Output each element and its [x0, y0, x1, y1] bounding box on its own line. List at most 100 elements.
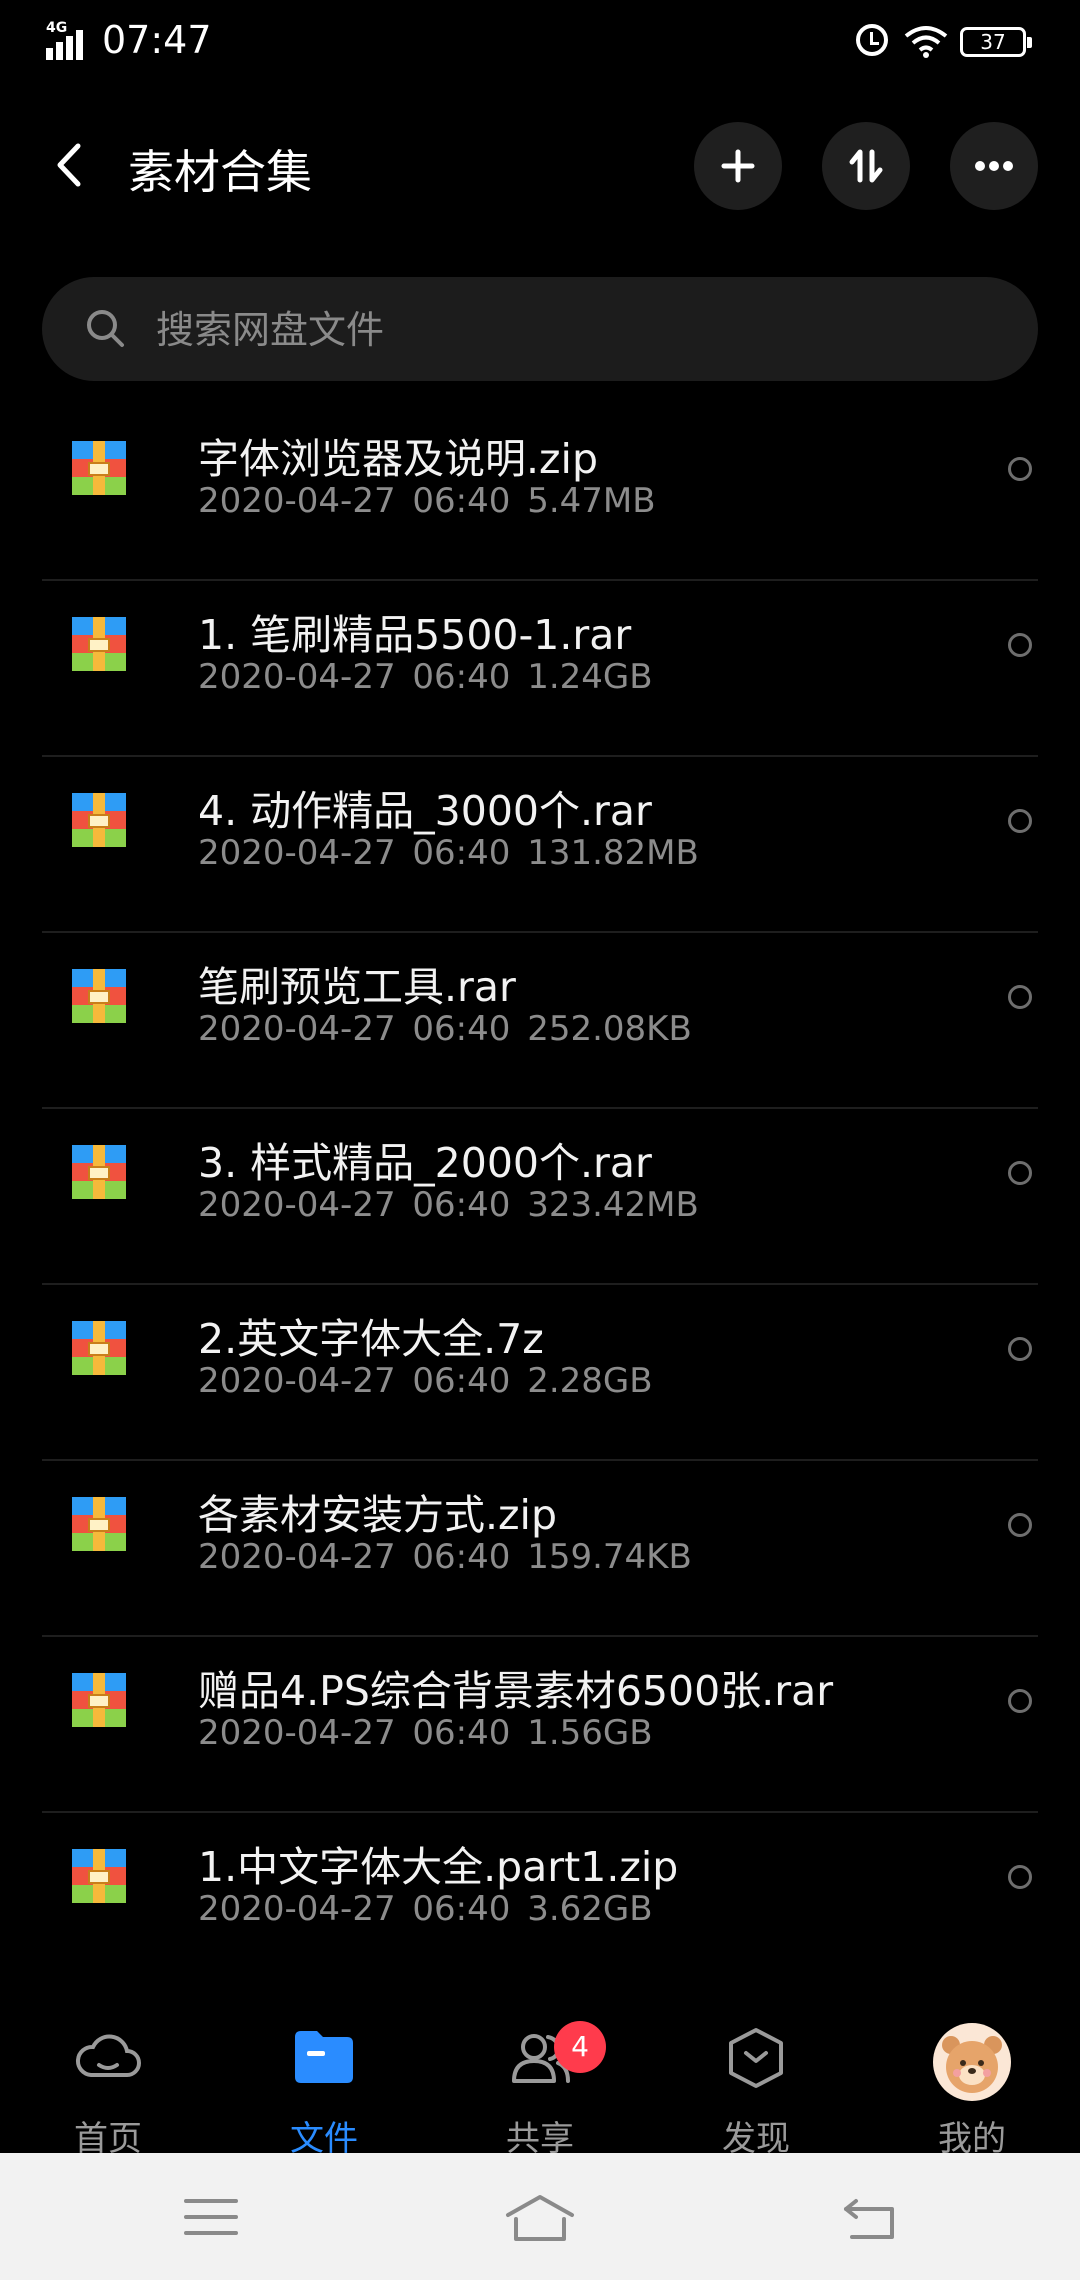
file-time: 06:40 [412, 1537, 511, 1577]
file-size: 252.08KB [527, 1009, 692, 1049]
file-meta: 2020-04-27 06:40 131.82MB [198, 833, 699, 873]
archive-file-icon [72, 1849, 126, 1903]
file-time: 06:40 [412, 1185, 511, 1225]
archive-file-icon [72, 1497, 126, 1551]
file-date: 2020-04-27 [198, 481, 396, 521]
battery-icon: 37 [960, 27, 1032, 57]
select-checkbox[interactable] [1008, 809, 1032, 833]
avatar [933, 2023, 1011, 2101]
wifi-icon [904, 24, 948, 58]
select-checkbox[interactable] [1008, 1161, 1032, 1185]
select-checkbox[interactable] [1008, 457, 1032, 481]
archive-file-icon [72, 1673, 126, 1727]
archive-file-icon [72, 793, 126, 847]
cellular-signal-icon: 4G [46, 20, 92, 60]
select-checkbox[interactable] [1008, 985, 1032, 1009]
file-time: 06:40 [412, 833, 511, 873]
file-row[interactable]: 1. 笔刷精品5500-1.rar 2020-04-27 06:40 1.24G… [0, 581, 1080, 757]
select-checkbox[interactable] [1008, 1337, 1032, 1361]
file-time: 06:40 [412, 1361, 511, 1401]
file-size: 1.24GB [527, 657, 653, 697]
file-name: 字体浏览器及说明.zip [198, 435, 598, 483]
sort-button[interactable] [822, 122, 910, 210]
tab-files[interactable]: 文件 [244, 1985, 404, 2159]
back-nav-icon[interactable] [842, 2195, 898, 2241]
file-row[interactable]: 字体浏览器及说明.zip 2020-04-27 06:40 5.47MB [0, 405, 1080, 581]
more-icon [975, 161, 1013, 171]
file-meta: 2020-04-27 06:40 252.08KB [198, 1009, 692, 1049]
select-checkbox[interactable] [1008, 633, 1032, 657]
discover-icon [729, 2028, 783, 2088]
file-row[interactable]: 4. 动作精品_3000个.rar 2020-04-27 06:40 131.8… [0, 757, 1080, 933]
archive-file-icon [72, 617, 126, 671]
file-meta: 2020-04-27 06:40 2.28GB [198, 1361, 653, 1401]
file-name: 1. 笔刷精品5500-1.rar [198, 611, 632, 659]
back-icon[interactable] [50, 140, 90, 190]
file-time: 06:40 [412, 1009, 511, 1049]
archive-file-icon [72, 969, 126, 1023]
status-bar: 4G 07:47 37 [0, 0, 1080, 84]
add-button[interactable] [694, 122, 782, 210]
alarm-icon [856, 24, 888, 56]
tab-profile[interactable]: 我的 [892, 1985, 1052, 2159]
file-date: 2020-04-27 [198, 657, 396, 697]
file-row[interactable]: 1.中文字体大全.part1.zip 2020-04-27 06:40 3.62… [0, 1813, 1080, 1989]
status-time: 07:47 [102, 18, 212, 62]
bottom-tab-bar: 首页 文件 4 共享 发现 我的 [0, 1985, 1080, 2159]
file-size: 2.28GB [527, 1361, 653, 1401]
search-icon [87, 310, 124, 347]
select-checkbox[interactable] [1008, 1689, 1032, 1713]
file-time: 06:40 [412, 657, 511, 697]
file-meta: 2020-04-27 06:40 1.56GB [198, 1713, 653, 1753]
page-title: 素材合集 [128, 145, 312, 199]
file-size: 3.62GB [527, 1889, 653, 1929]
file-meta: 2020-04-27 06:40 1.24GB [198, 657, 653, 697]
more-button[interactable] [950, 122, 1038, 210]
file-date: 2020-04-27 [198, 833, 396, 873]
file-name: 笔刷预览工具.rar [198, 963, 516, 1011]
tab-share[interactable]: 4 共享 [460, 1985, 620, 2159]
file-name: 赠品4.PS综合背景素材6500张.rar [198, 1667, 834, 1715]
file-time: 06:40 [412, 1889, 511, 1929]
file-row[interactable]: 赠品4.PS综合背景素材6500张.rar 2020-04-27 06:40 1… [0, 1637, 1080, 1813]
file-date: 2020-04-27 [198, 1713, 396, 1753]
file-meta: 2020-04-27 06:40 323.42MB [198, 1185, 699, 1225]
select-checkbox[interactable] [1008, 1865, 1032, 1889]
file-meta: 2020-04-27 06:40 3.62GB [198, 1889, 653, 1929]
file-time: 06:40 [412, 1713, 511, 1753]
file-size: 1.56GB [527, 1713, 653, 1753]
plus-icon [721, 149, 755, 183]
file-name: 各素材安装方式.zip [198, 1491, 557, 1539]
file-meta: 2020-04-27 06:40 5.47MB [198, 481, 656, 521]
select-checkbox[interactable] [1008, 1513, 1032, 1537]
tab-home[interactable]: 首页 [28, 1985, 188, 2159]
file-date: 2020-04-27 [198, 1889, 396, 1929]
search-bar[interactable] [42, 277, 1038, 381]
file-date: 2020-04-27 [198, 1009, 396, 1049]
file-size: 5.47MB [527, 481, 656, 521]
home-icon[interactable] [504, 2193, 576, 2243]
cloud-icon [75, 2034, 141, 2077]
file-name: 3. 样式精品_2000个.rar [198, 1139, 652, 1187]
archive-file-icon [72, 441, 126, 495]
archive-file-icon [72, 1321, 126, 1375]
file-size: 131.82MB [527, 833, 699, 873]
file-list: 字体浏览器及说明.zip 2020-04-27 06:40 5.47MB 1. … [0, 405, 1080, 1989]
file-size: 323.42MB [527, 1185, 699, 1225]
network-type: 4G [46, 20, 68, 36]
system-navigation-bar [0, 2153, 1080, 2280]
file-row[interactable]: 笔刷预览工具.rar 2020-04-27 06:40 252.08KB [0, 933, 1080, 1109]
file-row[interactable]: 2.英文字体大全.7z 2020-04-27 06:40 2.28GB [0, 1285, 1080, 1461]
search-input[interactable] [154, 299, 978, 361]
notification-badge: 4 [554, 2021, 606, 2073]
tab-discover[interactable]: 发现 [676, 1985, 836, 2159]
file-name: 1.中文字体大全.part1.zip [198, 1843, 679, 1891]
file-row[interactable]: 3. 样式精品_2000个.rar 2020-04-27 06:40 323.4… [0, 1109, 1080, 1285]
file-meta: 2020-04-27 06:40 159.74KB [198, 1537, 692, 1577]
file-row[interactable]: 各素材安装方式.zip 2020-04-27 06:40 159.74KB [0, 1461, 1080, 1637]
file-date: 2020-04-27 [198, 1185, 396, 1225]
sort-icon [849, 149, 883, 183]
menu-icon[interactable] [184, 2197, 238, 2237]
file-date: 2020-04-27 [198, 1361, 396, 1401]
folder-icon [295, 2031, 353, 2083]
